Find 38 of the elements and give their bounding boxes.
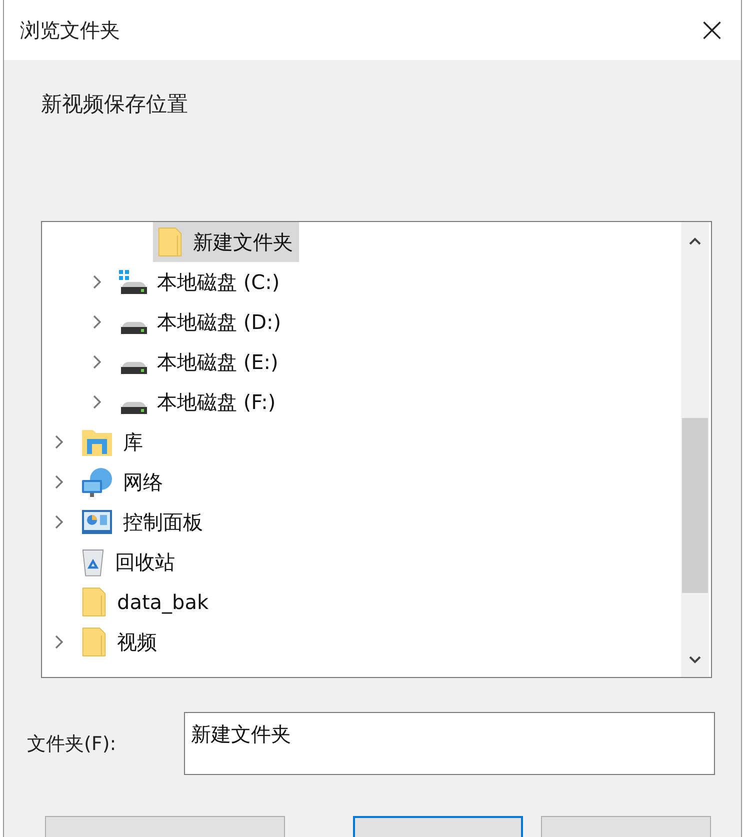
scrollbar-thumb[interactable] [682,418,708,593]
folder-name-field[interactable]: 新建文件夹 [184,712,715,775]
tree-item[interactable]: 库 [77,422,149,462]
control-panel-icon [81,509,113,535]
library-icon [81,427,113,457]
drive-icon [121,402,147,414]
tree-item[interactable]: 本地磁盘 (E:) [115,342,284,382]
close-button[interactable]: × [687,5,737,55]
description-text: 新视频保存位置 [41,91,189,118]
tree-item[interactable]: data_bak [77,582,215,622]
tree-item[interactable]: 本地磁盘 (F:) [115,382,282,422]
tree-item[interactable]: 本地磁盘 (D:) [115,302,288,342]
expand-icon[interactable] [92,274,102,290]
expand-icon[interactable] [92,354,102,370]
expand-icon[interactable] [92,314,102,330]
scroll-down-icon[interactable] [688,655,702,665]
tree-item[interactable]: 视频 [77,622,163,662]
folder-icon [81,585,107,619]
tree-item[interactable]: 本地磁盘 (C:) [115,262,286,302]
expand-icon[interactable] [54,474,64,490]
tree-item[interactable]: 新建文件夹 [153,222,299,262]
tree-item[interactable]: 回收站 [77,542,181,582]
expand-icon[interactable] [54,514,64,530]
drive-icon [119,270,147,294]
drive-icon [121,322,147,334]
tree-item[interactable]: 网络 [77,462,169,502]
scrollbar[interactable] [681,222,709,677]
tree-item[interactable]: 控制面板 [77,502,209,542]
expand-icon[interactable] [92,394,102,410]
folder-label: 文件夹(F): [27,732,118,756]
network-icon [81,466,113,498]
folder-icon [157,225,183,259]
expand-icon[interactable] [54,434,64,450]
folder-icon [81,625,107,659]
drive-icon [121,362,147,374]
expand-icon[interactable] [54,634,64,650]
scroll-up-icon[interactable] [688,236,702,246]
window-title: 浏览文件夹 [20,16,120,44]
